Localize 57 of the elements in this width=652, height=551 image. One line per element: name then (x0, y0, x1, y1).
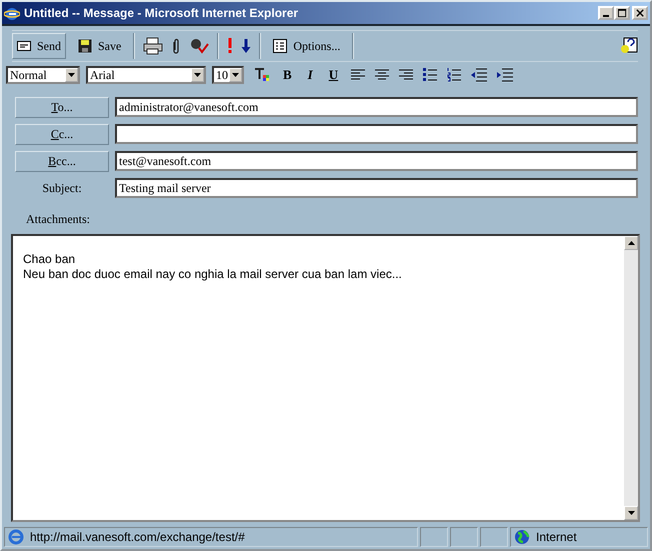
globe-icon (514, 529, 530, 545)
close-button[interactable] (632, 6, 648, 20)
vertical-scrollbar[interactable] (624, 236, 638, 520)
body-text-line: Neu ban doc duoc email nay co nghia la mail server cua ban lam viec... (23, 267, 403, 282)
minimize-button[interactable] (598, 6, 614, 20)
browser-logo-icon (4, 5, 20, 21)
underline-button[interactable]: U (326, 67, 342, 83)
page-icon (8, 529, 24, 545)
printer-icon[interactable] (143, 37, 164, 55)
help-icon[interactable] (620, 37, 638, 55)
increase-indent-icon[interactable] (497, 68, 514, 82)
check-names-icon[interactable] (189, 38, 210, 54)
dropdown-arrow-icon (232, 73, 239, 77)
font-dropdown[interactable]: Arial (86, 66, 206, 84)
envelope-icon (17, 40, 31, 52)
status-panel (420, 527, 448, 547)
minimize-icon (603, 15, 609, 17)
window-title: Untitled -- Message - Microsoft Internet Explorer (24, 6, 300, 20)
bold-button[interactable]: B (280, 67, 295, 83)
down-arrow-icon[interactable] (241, 39, 252, 53)
subject-field[interactable]: Testing mail server (115, 178, 638, 198)
italic-button[interactable]: I (304, 67, 316, 83)
size-dropdown[interactable]: 10 (212, 66, 244, 84)
dropdown-arrow-icon (194, 73, 201, 77)
numbered-list-icon[interactable] (447, 68, 462, 82)
body-text-line: Chao ban (23, 252, 76, 267)
scroll-up-icon[interactable] (628, 241, 634, 245)
save-button[interactable]: Save (74, 33, 126, 59)
attachments-label: Attachments: (26, 212, 90, 226)
align-right-icon[interactable] (399, 69, 414, 81)
align-left-icon[interactable] (351, 69, 366, 81)
maximize-icon (618, 8, 626, 18)
address-button[interactable]: To... (15, 96, 109, 118)
status-url: http://mail.vanesoft.com/exchange/test/# (30, 530, 245, 544)
message-body[interactable]: Chao ban Neu ban doc duoc email nay co nghia la mail server cua ban lam viec... (11, 234, 640, 522)
zone-label: Internet (536, 530, 577, 544)
list-icon (273, 39, 288, 53)
dropdown-arrow-icon (68, 73, 75, 77)
address-button[interactable]: Bcc... (15, 150, 109, 172)
address-button[interactable]: Cc... (15, 124, 109, 144)
address-field[interactable] (115, 124, 638, 144)
send-button[interactable]: Send (12, 33, 66, 59)
font-color-icon[interactable] (254, 67, 270, 83)
maximize-button[interactable] (614, 6, 630, 20)
decrease-indent-icon[interactable] (471, 68, 488, 82)
style-dropdown[interactable]: Normal (6, 66, 80, 84)
close-icon (636, 8, 644, 18)
paperclip-icon[interactable] (171, 38, 182, 54)
align-center-icon[interactable] (375, 69, 390, 81)
bulleted-list-icon[interactable] (423, 68, 438, 82)
status-panel (480, 527, 508, 547)
address-field[interactable]: administrator@vanesoft.com (115, 97, 638, 117)
status-panel (450, 527, 478, 547)
subject-label: Subject: (41, 180, 83, 196)
address-field[interactable]: test@vanesoft.com (115, 151, 638, 171)
scroll-down-icon[interactable] (628, 511, 634, 515)
options-button[interactable]: Options... (269, 33, 344, 59)
